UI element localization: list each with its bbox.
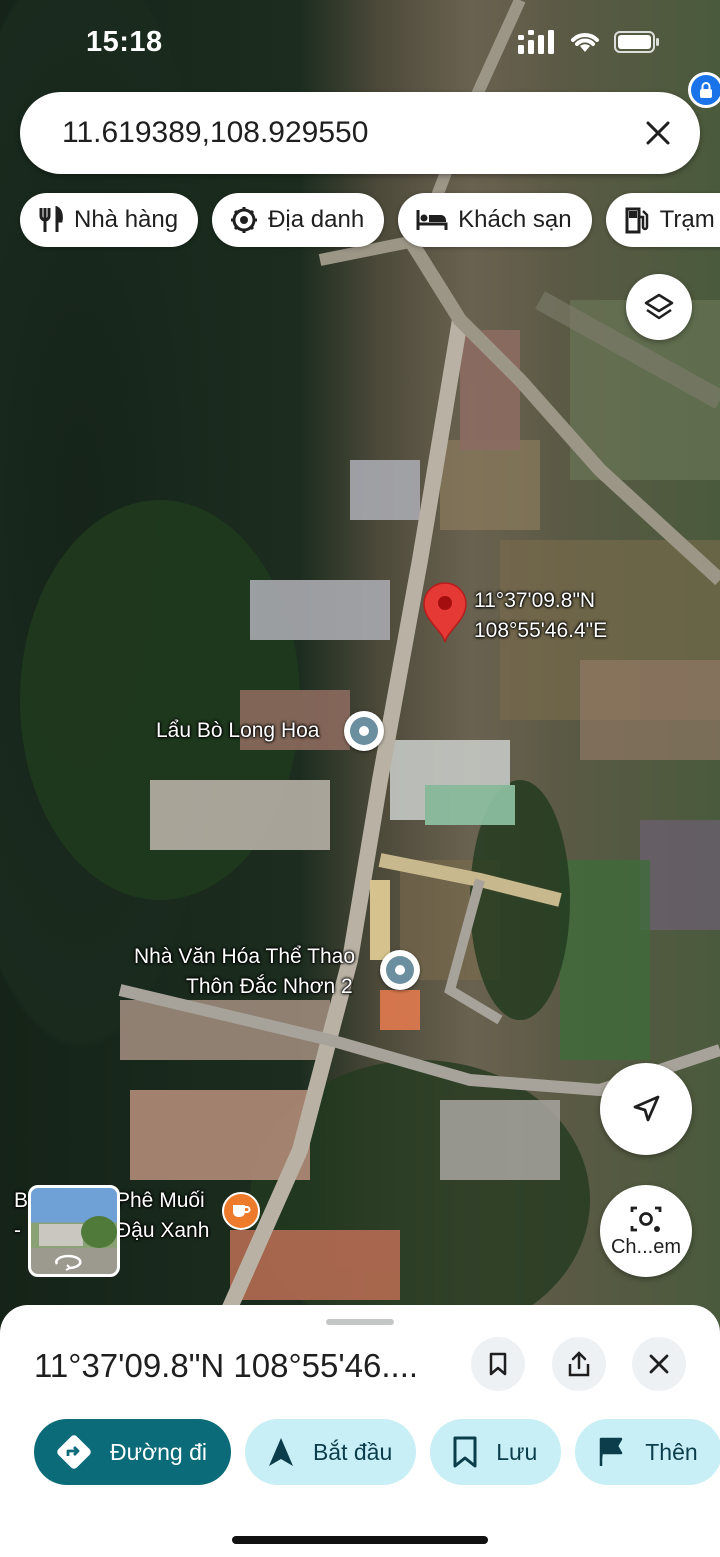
chip-label: Trạm x <box>659 206 720 233</box>
add-label-label: Thên <box>645 1438 698 1465</box>
flag-icon <box>600 1437 623 1466</box>
coffee-icon <box>233 1205 251 1217</box>
street-view-thumbnail[interactable] <box>28 1185 120 1277</box>
chip-label: Địa danh <box>268 206 365 233</box>
start-button[interactable]: Bắt đầu <box>244 1419 417 1485</box>
my-location-button[interactable] <box>600 1063 692 1155</box>
navigation-arrow-icon <box>268 1438 293 1466</box>
home-indicator[interactable] <box>232 1536 488 1544</box>
status-icons <box>518 30 660 54</box>
chip-gas-stations[interactable]: Trạm x <box>605 193 720 247</box>
save-label: Lưu <box>496 1438 538 1465</box>
landmark-icon <box>231 207 258 233</box>
directions-button[interactable]: Đường đi <box>34 1419 231 1485</box>
clear-search-button[interactable] <box>628 103 688 163</box>
chip-label: Khách sạn <box>458 206 572 233</box>
signal-icon <box>518 30 554 54</box>
close-sheet-button[interactable] <box>632 1337 686 1391</box>
pin-latitude-label: 11°37'09.8"N <box>474 589 596 612</box>
drag-handle[interactable] <box>326 1319 394 1325</box>
gas-station-icon <box>625 207 648 234</box>
close-icon <box>649 1354 669 1374</box>
place-marker-icon[interactable] <box>380 950 420 990</box>
place-label-prefix1: B <box>14 1189 29 1212</box>
share-button[interactable] <box>552 1337 606 1391</box>
add-label-button[interactable]: Thên <box>575 1419 720 1485</box>
lens-search-button[interactable]: Ch...em <box>600 1185 692 1277</box>
lock-icon <box>688 72 720 108</box>
save-button[interactable]: Lưu <box>430 1419 562 1485</box>
hotel-icon <box>416 210 448 230</box>
dropped-pin-icon[interactable] <box>420 582 470 644</box>
category-chips: Nhà hàng Địa danh Khách sạn Trạm x <box>20 193 720 247</box>
battery-icon <box>614 31 659 53</box>
place-label-prefix2: - <box>14 1219 21 1242</box>
layers-icon <box>644 293 674 320</box>
place-marker-icon[interactable] <box>344 711 384 751</box>
status-time: 15:18 <box>86 26 163 58</box>
street-view-preview <box>39 1216 117 1271</box>
action-row: Đường đi Bắt đầu Lưu Thên <box>34 1419 720 1485</box>
chip-restaurants[interactable]: Nhà hàng <box>20 193 199 247</box>
directions-label: Đường đi <box>110 1438 207 1465</box>
chip-landmarks[interactable]: Địa danh <box>212 193 385 247</box>
search-input[interactable]: 11.619389,108.929550 <box>62 116 628 150</box>
camera-search-icon <box>630 1206 662 1232</box>
share-icon <box>568 1351 590 1377</box>
wifi-icon <box>571 33 599 52</box>
place-title: 11°37'09.8"N 108°55'46.... <box>34 1347 419 1384</box>
place-label-pho-muoi-line1[interactable]: Phê Muối <box>116 1188 205 1214</box>
chip-hotels[interactable]: Khách sạn <box>398 193 592 247</box>
start-label: Bắt đầu <box>312 1438 393 1465</box>
lens-label: Ch...em <box>610 1235 682 1258</box>
layers-button[interactable] <box>626 274 692 340</box>
restaurant-icon <box>39 206 63 232</box>
bookmark-icon <box>453 1436 477 1468</box>
save-icon-button[interactable] <box>471 1337 525 1391</box>
bookmark-icon <box>489 1352 507 1376</box>
place-label-nha-van-hoa-line2[interactable]: Thôn Đắc Nhơn 2 <box>186 974 353 1000</box>
place-label-lau-bo[interactable]: Lẩu Bò Long Hoa <box>156 718 319 744</box>
place-label-pho-muoi-line2[interactable]: Đậu Xanh <box>116 1218 209 1244</box>
chip-label: Nhà hàng <box>74 206 179 233</box>
navigation-arrow-icon <box>633 1095 660 1122</box>
pin-longitude-label: 108°55'46.4"E <box>474 619 608 642</box>
search-bar[interactable]: 11.619389,108.929550 <box>20 92 700 174</box>
directions-icon <box>57 1435 91 1469</box>
place-bottom-sheet[interactable]: 11°37'09.8"N 108°55'46.... Đường đi Bắt … <box>0 1305 720 1557</box>
place-label-nha-van-hoa-line1[interactable]: Nhà Văn Hóa Thể Thao <box>134 944 355 970</box>
cafe-marker[interactable] <box>222 1192 260 1230</box>
close-icon <box>646 121 670 145</box>
